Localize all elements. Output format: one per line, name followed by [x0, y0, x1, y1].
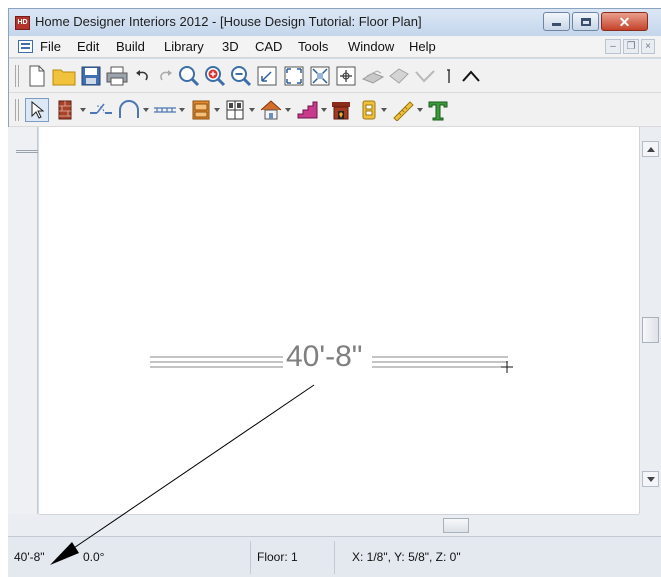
dimension-label: 40'-8": [286, 340, 363, 373]
title-bar[interactable]: HD Home Designer Interiors 2012 - [House…: [9, 9, 661, 36]
vertical-scroll-thumb[interactable]: [642, 317, 659, 343]
horizontal-scroll-thumb[interactable]: [443, 518, 469, 533]
stairs-tools-icon[interactable]: [295, 98, 319, 122]
close-icon: ✕: [618, 13, 631, 30]
floor-plan-canvas[interactable]: [39, 127, 639, 514]
mdi-close-button[interactable]: ×: [641, 39, 655, 54]
toolbar-grip[interactable]: [15, 99, 19, 121]
up-arrow-icon[interactable]: [459, 64, 483, 88]
text-tools-icon[interactable]: [426, 98, 450, 122]
fireplace-tools-icon[interactable]: [329, 98, 353, 122]
dimension-tools-icon[interactable]: [391, 98, 415, 122]
status-bar: 40'-8" 0.0° Floor: 1 X: 1/8", Y: 5/8", Z…: [8, 536, 661, 577]
railing-tools-icon[interactable]: [153, 98, 177, 122]
fill-window-building-icon[interactable]: [308, 64, 332, 88]
roof-tools-icon[interactable]: [259, 98, 283, 122]
status-length: 40'-8": [14, 550, 45, 564]
minimize-icon: [552, 22, 561, 26]
status-floor: Floor: 1: [257, 550, 298, 564]
mdi-minimize-button[interactable]: –: [605, 39, 621, 54]
save-icon[interactable]: [79, 64, 103, 88]
wall-tools-dropdown[interactable]: [80, 108, 86, 112]
build-toolbar: [9, 93, 661, 127]
window-title: Home Designer Interiors 2012 - [House De…: [35, 14, 422, 29]
swap-view-icon[interactable]: [334, 64, 358, 88]
standard-toolbar: [9, 59, 661, 93]
maximize-icon: [580, 17, 591, 26]
menu-cad[interactable]: CAD: [255, 39, 282, 54]
electrical-tools-icon[interactable]: [357, 98, 381, 122]
minimize-button[interactable]: [543, 12, 570, 31]
menu-edit[interactable]: Edit: [77, 39, 99, 54]
ruler-marker: [16, 150, 38, 153]
undo-zoom-icon[interactable]: [255, 64, 279, 88]
scroll-down-button[interactable]: [642, 471, 659, 487]
select-objects-icon[interactable]: [25, 98, 49, 122]
toolbar-grip[interactable]: [15, 65, 19, 87]
status-separator: [334, 541, 335, 574]
cabinet-tools-dropdown[interactable]: [214, 108, 220, 112]
window-tools-icon[interactable]: [223, 98, 247, 122]
stairs-tools-dropdown[interactable]: [321, 108, 327, 112]
menu-library[interactable]: Library: [164, 39, 204, 54]
app-logo-icon[interactable]: HD: [15, 16, 30, 30]
undo-icon[interactable]: [131, 64, 155, 88]
camera-icon[interactable]: [387, 64, 411, 88]
new-file-icon[interactable]: [25, 64, 49, 88]
maximize-button[interactable]: [572, 12, 599, 31]
vertical-scrollbar[interactable]: [639, 127, 661, 514]
menu-3d[interactable]: 3D: [222, 39, 239, 54]
menu-tools[interactable]: Tools: [298, 39, 328, 54]
electrical-tools-dropdown[interactable]: [381, 108, 387, 112]
railing-tools-dropdown[interactable]: [179, 108, 185, 112]
dimension-tools-dropdown[interactable]: [417, 108, 423, 112]
arch-tools-icon[interactable]: [117, 98, 141, 122]
window-tools-dropdown[interactable]: [249, 108, 255, 112]
menu-file[interactable]: File: [40, 39, 61, 54]
scroll-up-button[interactable]: [642, 141, 659, 157]
mdi-restore-button[interactable]: ❐: [623, 39, 639, 54]
menu-bar: File Edit Build Library 3D CAD Tools Win…: [9, 36, 661, 58]
left-ruler: [8, 127, 38, 514]
roof-tools-dropdown[interactable]: [285, 108, 291, 112]
close-button[interactable]: ✕: [601, 12, 648, 31]
status-angle: 0.0°: [83, 550, 105, 564]
wall-tools-icon[interactable]: [53, 98, 77, 122]
checkmark-icon[interactable]: [413, 64, 437, 88]
render-icon[interactable]: [361, 64, 385, 88]
redo-icon[interactable]: [153, 64, 177, 88]
status-separator: [250, 541, 251, 574]
scrollbar-left-corner: [8, 514, 39, 536]
cabinet-tools-icon[interactable]: [189, 98, 213, 122]
fill-window-icon[interactable]: [282, 64, 306, 88]
open-folder-icon[interactable]: [52, 64, 76, 88]
cursor-line-icon[interactable]: [437, 64, 461, 88]
arch-tools-dropdown[interactable]: [143, 108, 149, 112]
print-icon[interactable]: [105, 64, 129, 88]
scrollbar-corner: [639, 514, 661, 536]
zoom-out-icon[interactable]: [229, 64, 253, 88]
document-menu-icon[interactable]: [18, 40, 33, 53]
menu-build[interactable]: Build: [116, 39, 145, 54]
door-tools-icon[interactable]: [89, 98, 113, 122]
menu-help[interactable]: Help: [409, 39, 436, 54]
zoom-in-icon[interactable]: [203, 64, 227, 88]
zoom-icon[interactable]: [177, 64, 201, 88]
status-coordinates: X: 1/8", Y: 5/8", Z: 0": [352, 550, 461, 564]
menu-window[interactable]: Window: [348, 39, 394, 54]
horizontal-scrollbar[interactable]: [39, 514, 639, 536]
